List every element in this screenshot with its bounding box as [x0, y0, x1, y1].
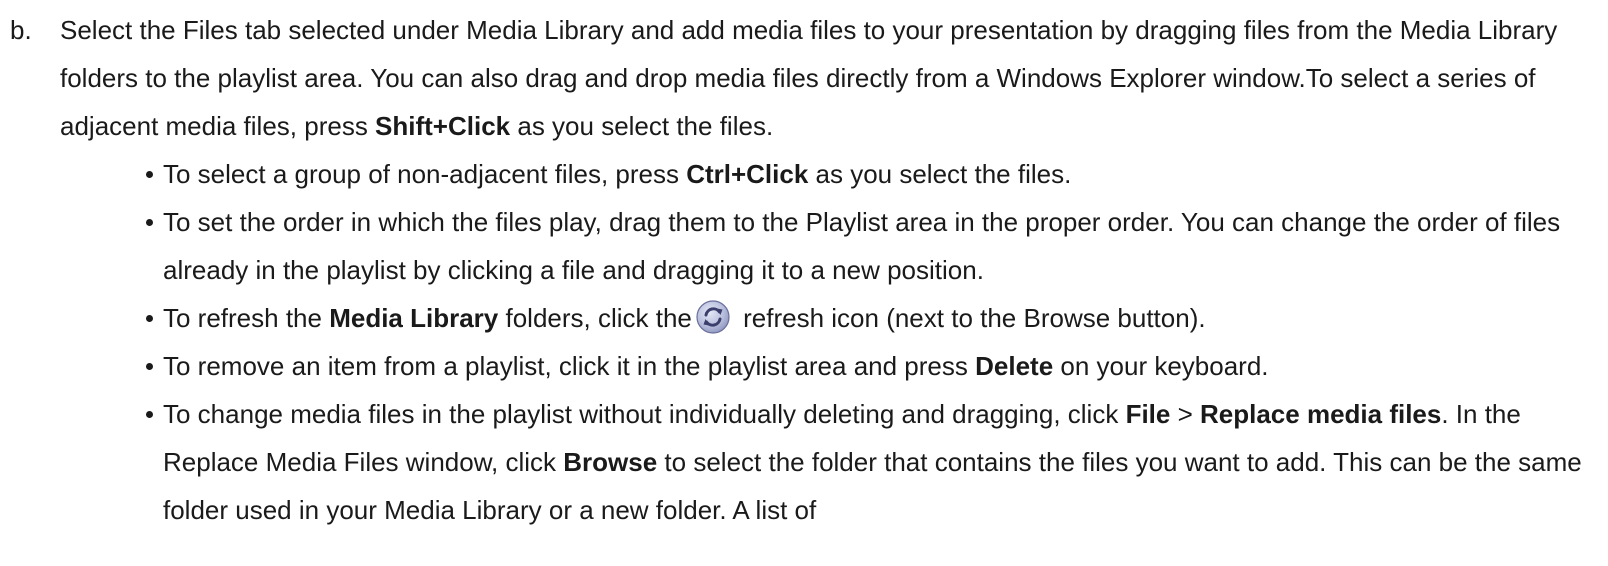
item-text: To refresh the — [163, 303, 330, 333]
term-browse: Browse — [563, 447, 658, 477]
step-letter: b. — [10, 15, 32, 45]
item-text: To change media files in the playlist wi… — [163, 399, 1126, 429]
item-text: as you select the files. — [808, 159, 1072, 189]
bullet-dot — [146, 363, 153, 370]
item-text: To remove an item from a playlist, click… — [163, 351, 976, 381]
intro-text-2: as you select the files. — [510, 111, 774, 141]
list-item-refresh: To refresh the Media Library folders, cl… — [146, 294, 1600, 342]
step-b: b. Select the Files tab selected under M… — [10, 6, 1600, 534]
tips-list: To select a group of non-adjacent files,… — [146, 150, 1600, 534]
shortcut-ctrl-click: Ctrl+Click — [686, 159, 809, 189]
document-page: b. Select the Files tab selected under M… — [0, 0, 1608, 566]
bullet-dot — [146, 315, 153, 322]
item-text: To set the order in which the files play… — [163, 207, 1561, 285]
term-media-library: Media Library — [329, 303, 499, 333]
list-item-non-adjacent: To select a group of non-adjacent files,… — [146, 150, 1600, 198]
term-delete: Delete — [975, 351, 1054, 381]
list-item-replace: To change media files in the playlist wi… — [146, 390, 1600, 534]
term-file: File — [1125, 399, 1171, 429]
item-text: > — [1170, 399, 1200, 429]
bullet-dot — [146, 219, 153, 226]
list-item-play-order: To set the order in which the files play… — [146, 198, 1600, 294]
item-text: on your keyboard. — [1053, 351, 1269, 381]
intro-text-1: Select the Files tab selected under Medi… — [60, 15, 1558, 141]
item-text: refresh icon (next to the Browse button)… — [735, 303, 1206, 333]
list-item-remove: To remove an item from a playlist, click… — [146, 342, 1600, 390]
bullet-dot — [146, 411, 153, 418]
shortcut-shift-click: Shift+Click — [375, 111, 511, 141]
refresh-icon — [696, 300, 730, 334]
item-text: To select a group of non-adjacent files,… — [163, 159, 687, 189]
item-text: folders, click the — [498, 303, 692, 333]
step-intro-paragraph: Select the Files tab selected under Medi… — [60, 6, 1590, 150]
term-replace-media-files: Replace media files — [1200, 399, 1442, 429]
bullet-dot — [146, 171, 153, 178]
